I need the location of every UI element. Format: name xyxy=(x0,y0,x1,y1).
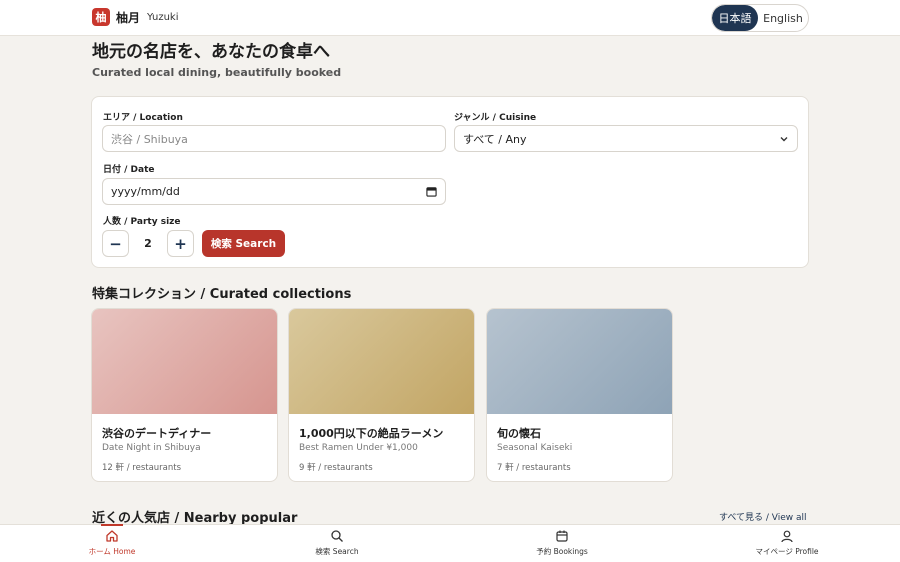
location-label: エリア / Location xyxy=(103,113,183,123)
collection-count: 9 軒 / restaurants xyxy=(299,463,373,473)
party-size-value: 2 xyxy=(144,237,152,250)
lang-english-button[interactable]: English xyxy=(758,5,808,31)
collection-count: 7 軒 / restaurants xyxy=(497,463,571,473)
nav-home[interactable]: ホーム Home xyxy=(52,529,172,557)
view-all-link[interactable]: すべて見る / View all xyxy=(719,510,807,523)
home-icon xyxy=(106,530,118,542)
nav-home-label: ホーム Home xyxy=(88,547,136,556)
collection-title: 旬の懐石 xyxy=(497,427,541,440)
search-button[interactable]: 検索 Search xyxy=(202,230,285,257)
collection-image xyxy=(487,309,672,414)
collection-image xyxy=(92,309,277,414)
calendar-icon xyxy=(556,530,568,542)
location-placeholder: 渋谷 / Shibuya xyxy=(111,132,188,146)
cuisine-selected-value: すべて / Any xyxy=(463,132,527,146)
nav-search-label: 検索 Search xyxy=(315,547,359,556)
collection-card[interactable]: 渋谷のデートディナー Date Night in Shibuya 12 軒 / … xyxy=(91,308,278,482)
date-label: 日付 / Date xyxy=(103,165,155,175)
collection-subtitle: Date Night in Shibuya xyxy=(102,443,201,453)
lang-japanese-button[interactable]: 日本語 xyxy=(712,5,758,31)
search-icon xyxy=(331,530,343,542)
collection-title: 渋谷のデートディナー xyxy=(102,427,212,440)
collection-subtitle: Best Ramen Under ¥1,000 xyxy=(299,443,418,453)
bottom-navigation: ホーム Home 検索 Search 予約 Bookings マイページ Pro… xyxy=(0,524,900,562)
collection-card[interactable]: 1,000円以下の絶品ラーメン Best Ramen Under ¥1,000 … xyxy=(288,308,475,482)
nav-profile-label: マイページ Profile xyxy=(755,547,819,556)
brand-logo[interactable]: 柚 柚月 Yuzuki xyxy=(92,8,178,26)
party-size-label: 人数 / Party size xyxy=(103,217,181,227)
cuisine-select[interactable]: すべて / Any xyxy=(454,125,798,152)
language-toggle: 日本語 English xyxy=(711,4,809,32)
calendar-icon[interactable] xyxy=(426,186,437,197)
chevron-down-icon xyxy=(780,137,788,142)
user-icon xyxy=(781,530,793,543)
date-input[interactable]: yyyy/mm/dd xyxy=(102,178,446,205)
date-value: yyyy/mm/dd xyxy=(111,185,180,198)
party-decrease-button[interactable]: − xyxy=(102,230,129,257)
collection-subtitle: Seasonal Kaiseki xyxy=(497,443,573,453)
collection-image xyxy=(289,309,474,414)
active-tab-indicator xyxy=(101,524,123,526)
nav-search[interactable]: 検索 Search xyxy=(277,529,397,557)
logo-mark: 柚 xyxy=(92,8,110,26)
top-bar: 柚 柚月 Yuzuki 日本語 English xyxy=(0,0,900,36)
cuisine-label: ジャンル / Cuisine xyxy=(454,113,537,123)
nav-profile[interactable]: マイページ Profile xyxy=(727,529,847,557)
page-title: 地元の名店を、あなたの食卓へ xyxy=(92,42,330,62)
collections-heading: 特集コレクション / Curated collections xyxy=(92,287,352,302)
party-increase-button[interactable]: + xyxy=(167,230,194,257)
search-form: エリア / Location 渋谷 / Shibuya ジャンル / Cuisi… xyxy=(91,96,809,268)
brand-name: 柚月 xyxy=(116,10,141,25)
nav-bookings[interactable]: 予約 Bookings xyxy=(502,529,622,557)
collection-card[interactable]: 旬の懐石 Seasonal Kaiseki 7 軒 / restaurants xyxy=(486,308,673,482)
collection-title: 1,000円以下の絶品ラーメン xyxy=(299,427,444,440)
nav-bookings-label: 予約 Bookings xyxy=(536,547,588,556)
location-input[interactable]: 渋谷 / Shibuya xyxy=(102,125,446,152)
page-subtitle: Curated local dining, beautifully booked xyxy=(92,66,342,79)
collection-count: 12 軒 / restaurants xyxy=(102,463,182,473)
brand-roman: Yuzuki xyxy=(147,11,179,23)
